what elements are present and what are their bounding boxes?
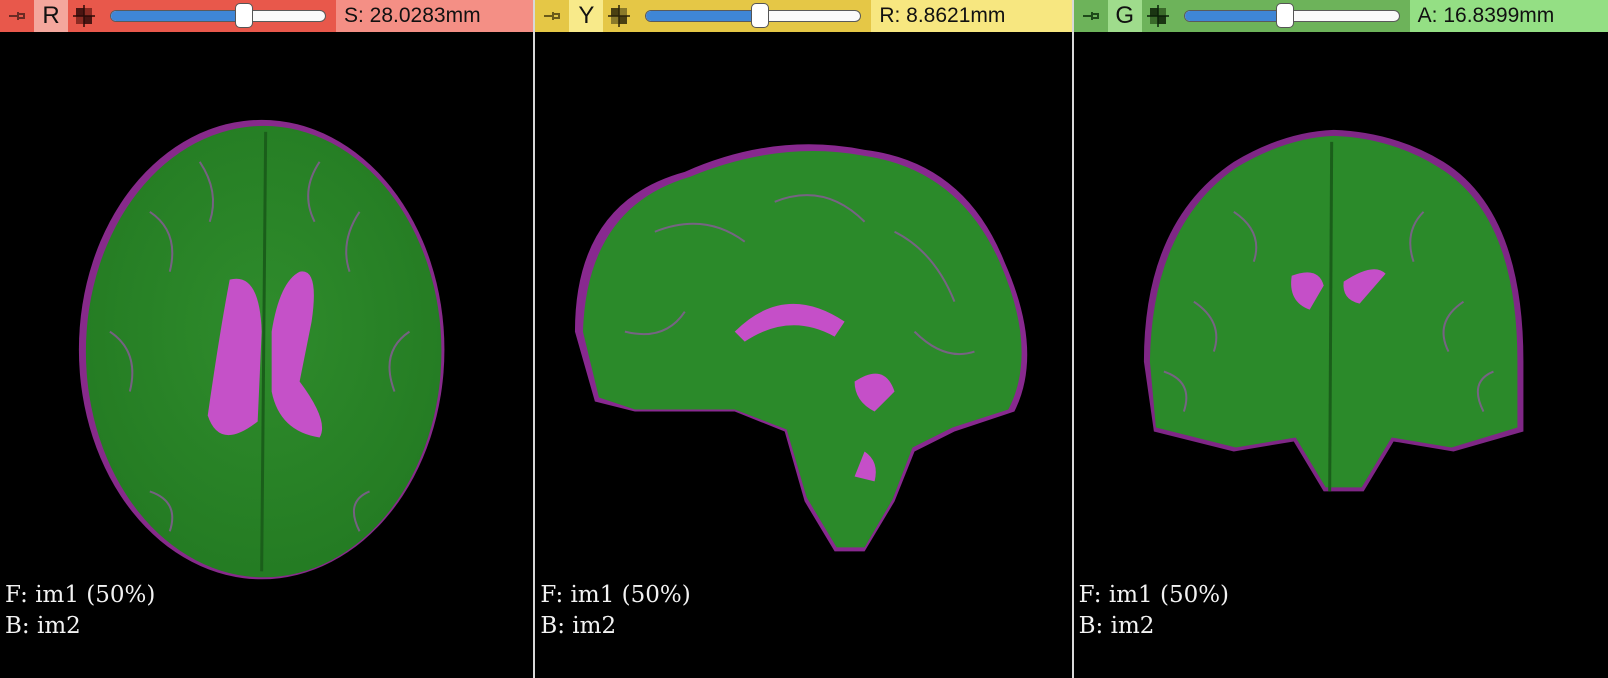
slice-controller-bar-yellow: Y R: 8.8621mm <box>535 0 1072 32</box>
foreground-layer-label: F: im1 (50%) <box>540 582 691 608</box>
slider-handle[interactable] <box>1276 3 1295 28</box>
background-layer-label: B: im2 <box>540 613 617 639</box>
slider-fill <box>646 11 760 21</box>
slice-offset-slider[interactable] <box>1178 0 1406 32</box>
slice-offset-slider[interactable] <box>104 0 332 32</box>
background-layer-label: B: im2 <box>5 613 81 639</box>
link-icon[interactable] <box>68 0 100 32</box>
slice-view-yellow[interactable]: Y R: 8.8621mm F: im1 (50%) B: im2 <box>533 0 1072 678</box>
layer-annotation: F: im1 (50%) B: im2 <box>1079 580 1229 642</box>
slider-track <box>110 10 326 22</box>
layer-annotation: F: im1 (50%) B: im2 <box>5 580 155 642</box>
slider-fill <box>111 11 244 21</box>
layer-annotation: F: im1 (50%) B: im2 <box>540 580 690 642</box>
slice-views: R S: 28.0283mm F: im1 (50%) B: im2 Y R: … <box>0 0 1608 678</box>
foreground-layer-label: F: im1 (50%) <box>5 582 156 608</box>
slice-controller-bar-red: R S: 28.0283mm <box>0 0 534 32</box>
foreground-layer-label: F: im1 (50%) <box>1078 582 1230 608</box>
slice-view-green[interactable]: G A: 16.8399mm F: im1 (50%) B: im2 <box>1071 0 1608 678</box>
slice-offset-slider[interactable] <box>639 0 867 32</box>
slider-fill <box>1184 11 1286 21</box>
pin-icon[interactable] <box>0 0 34 32</box>
link-icon[interactable] <box>603 0 635 32</box>
slice-offset-readout: S: 28.0283mm <box>336 0 534 32</box>
slider-handle[interactable] <box>750 3 769 28</box>
slice-offset-readout: A: 16.8399mm <box>1409 0 1608 32</box>
link-icon[interactable] <box>1142 0 1174 32</box>
pin-icon[interactable] <box>1074 0 1108 32</box>
slice-view-red[interactable]: R S: 28.0283mm F: im1 (50%) B: im2 <box>0 0 534 678</box>
slice-offset-readout: R: 8.8621mm <box>871 0 1072 32</box>
pin-icon[interactable] <box>535 0 569 32</box>
background-layer-label: B: im2 <box>1078 613 1155 639</box>
view-name-label[interactable]: R <box>34 0 68 32</box>
view-name-label[interactable]: G <box>1107 0 1142 32</box>
slider-handle[interactable] <box>234 3 253 28</box>
view-name-label[interactable]: Y <box>569 0 604 32</box>
slice-controller-bar-green: G A: 16.8399mm <box>1073 0 1608 32</box>
